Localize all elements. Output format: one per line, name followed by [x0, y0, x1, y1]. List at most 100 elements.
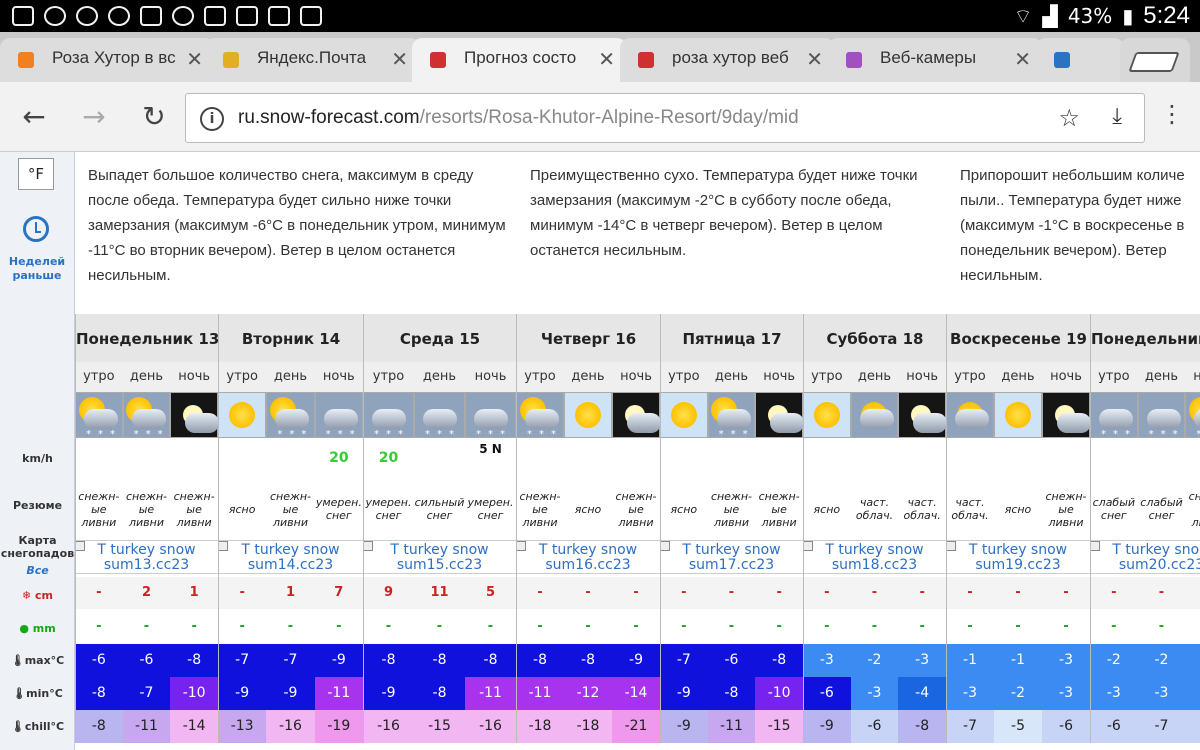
close-icon[interactable]: ✕	[598, 47, 615, 72]
forecast-summary-3: Припорошит небольшим количе пыли.. Темпе…	[960, 167, 1185, 284]
rain-mm: -	[96, 619, 102, 634]
thermometer-icon: 🌡	[10, 654, 25, 667]
time-of-day: утро	[218, 362, 267, 392]
weather-icon: ***	[414, 392, 465, 440]
broken-image-icon	[1090, 541, 1100, 551]
time-of-day: ночь	[612, 362, 660, 392]
wind-speed	[803, 438, 851, 478]
weather-icon	[850, 392, 899, 438]
close-icon[interactable]: ✕	[806, 47, 823, 72]
thermometer-icon: 🌡	[10, 720, 25, 733]
time-of-day: день	[707, 362, 756, 392]
bookmark-star-icon[interactable]: ☆	[1058, 104, 1080, 132]
weather-summary: слабый снег	[1092, 496, 1136, 522]
temp-max: -7	[660, 644, 708, 677]
temp-chill: -15	[755, 710, 803, 743]
back-button[interactable]: ←	[16, 100, 52, 133]
weather-summary: ясно	[670, 502, 698, 516]
snowmap-all-link[interactable]: Все	[0, 564, 75, 577]
broken-image-icon	[516, 541, 526, 551]
snowfall-cm: 1	[266, 577, 315, 609]
day-header: Вторник 14	[218, 314, 363, 362]
time-of-day: утро	[75, 362, 123, 392]
url-bar[interactable]: i ru.snow-forecast.com/resorts/Rosa-Khut…	[185, 93, 1145, 143]
wind-speed	[755, 438, 803, 478]
forward-button[interactable]: →	[76, 100, 112, 133]
chill-unit: chill°C	[24, 720, 65, 733]
temp-min: -7	[122, 677, 171, 710]
sidebar: °F Неделей раньше km/h Резюме Карта снег…	[0, 152, 75, 750]
temp-min: -11	[465, 677, 516, 710]
close-icon[interactable]: ✕	[186, 47, 203, 72]
new-tab-button[interactable]	[1120, 38, 1190, 82]
weather-summary: снежн-ые ливни	[710, 489, 753, 529]
wind-speed	[266, 438, 314, 478]
wind-speed	[123, 438, 171, 478]
time-of-day: день	[850, 362, 899, 392]
temp-chill: -7	[946, 710, 994, 743]
fahrenheit-toggle[interactable]: °F	[18, 158, 54, 190]
tab-4[interactable]: роза хутор веб ✕	[620, 38, 835, 82]
snowfall-cm: -	[850, 577, 899, 609]
temp-chill: -19	[314, 710, 363, 743]
wind-speed	[1042, 438, 1090, 478]
menu-button[interactable]: ⋮	[1160, 100, 1184, 128]
snowmap-link[interactable]: T turkey snow sum14.cc23	[218, 540, 363, 574]
snowmap-link[interactable]: T turkey snow sum18.cc23	[803, 540, 946, 574]
tab-3[interactable]: Прогноз состо ✕	[412, 38, 627, 82]
temp-min: -9	[363, 677, 414, 710]
snowmap-link[interactable]: T turkey snow sum17.cc23	[660, 540, 803, 574]
url-text[interactable]: ru.snow-forecast.com/resorts/Rosa-Khutor…	[238, 107, 799, 129]
cloud-icon	[859, 409, 894, 429]
temp-min: -4	[898, 677, 946, 710]
close-icon[interactable]: ✕	[391, 47, 408, 72]
broken-image-icon	[803, 541, 813, 551]
battery-percent: 43%	[1067, 4, 1113, 28]
day-header: Суббота 18	[803, 314, 946, 362]
temp-max: -3	[898, 644, 946, 677]
wind-speed	[660, 438, 708, 478]
temp-max: -3	[803, 644, 851, 677]
snowmap-link[interactable]: T turkey snow sum16.cc23	[516, 540, 660, 574]
rain-mm: -	[1063, 619, 1069, 634]
temp-max: -2	[850, 644, 899, 677]
clock-icon[interactable]	[23, 216, 49, 242]
site-favicon-icon	[846, 52, 862, 68]
download-icon[interactable]: ⤓	[1112, 104, 1122, 129]
weather-icon: ***	[122, 392, 171, 440]
tab-5[interactable]: Веб-камеры ✕	[828, 38, 1043, 82]
snowmap-link[interactable]: T turkey snow sum20.cc23	[1090, 540, 1200, 574]
reload-button[interactable]: ↻	[136, 100, 172, 133]
tab-label: Прогноз состо	[464, 48, 577, 67]
weather-icon	[755, 392, 805, 438]
tab-2[interactable]: Яндекс.Почта ✕	[205, 38, 420, 82]
day-separator	[1090, 362, 1091, 743]
time-of-day: ночь	[755, 362, 803, 392]
weather-icon: ***	[363, 392, 414, 440]
tab-1[interactable]: Роза Хутор в вс ✕	[0, 38, 215, 82]
cloud-icon	[323, 409, 358, 429]
snowmap-link[interactable]: T turkey snow sum15.cc23	[363, 540, 516, 574]
rain-mm: -	[919, 619, 925, 634]
info-icon[interactable]: i	[200, 107, 224, 131]
snowfall-cm: -	[803, 577, 851, 609]
day-header: Воскресенье 19	[946, 314, 1090, 362]
signal-icon: ▟	[1042, 4, 1058, 28]
temp-min: -14	[612, 677, 660, 710]
temp-max: -7	[218, 644, 267, 677]
snowfall-cm: -	[994, 577, 1042, 609]
snowmap-link[interactable]: T turkey snow sum13.cc23	[75, 540, 218, 574]
cloud-icon	[770, 413, 805, 433]
cloud-icon	[913, 413, 948, 433]
close-icon[interactable]: ✕	[1014, 47, 1031, 72]
temp-max: -8	[564, 644, 612, 677]
rain-mm: -	[537, 619, 543, 634]
tab-6[interactable]	[1036, 38, 1124, 82]
temp-chill: -14	[170, 710, 218, 743]
time-of-day: день	[994, 362, 1042, 392]
temp-chill: -11	[707, 710, 756, 743]
time-of-day: день	[1137, 362, 1186, 392]
snowmap-link[interactable]: T turkey snow sum19.cc23	[946, 540, 1090, 574]
weather-summary: снежн-ые ливни	[125, 489, 168, 529]
weeks-earlier-link[interactable]: Неделей раньше	[4, 255, 70, 283]
